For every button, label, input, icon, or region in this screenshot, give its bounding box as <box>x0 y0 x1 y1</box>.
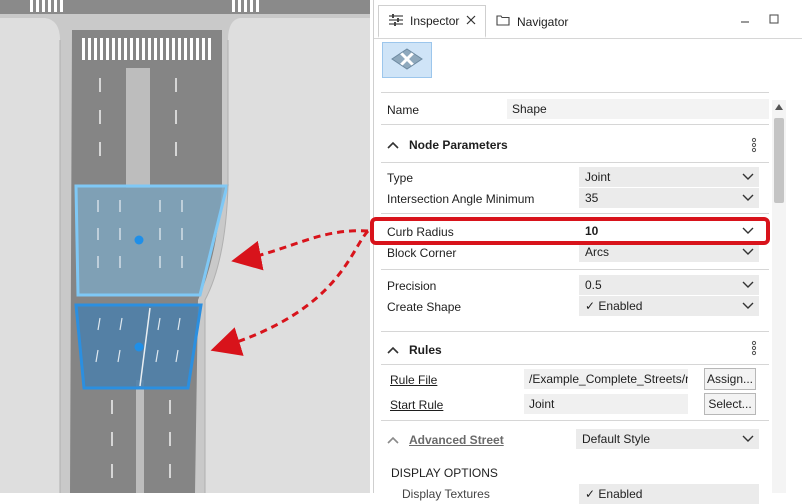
tab-navigator-label: Navigator <box>517 14 569 29</box>
chevron-up-icon <box>387 138 399 152</box>
divider <box>381 420 769 421</box>
street-shape-mode-button[interactable] <box>382 42 432 78</box>
rule-file-link[interactable]: Rule File <box>390 373 437 387</box>
name-field[interactable]: Shape <box>507 99 769 119</box>
rule-file-field[interactable]: /Example_Complete_Streets/ru <box>524 369 688 389</box>
select-button[interactable]: Select... <box>704 393 756 415</box>
assign-button[interactable]: Assign... <box>704 368 756 390</box>
block-corner-select[interactable]: Arcs <box>579 242 759 262</box>
close-icon[interactable] <box>466 14 476 28</box>
precision-select[interactable]: 0.5 <box>579 275 759 295</box>
chevron-down-icon <box>741 431 755 448</box>
create-shape-select[interactable]: ✓ Enabled <box>579 296 759 316</box>
start-rule-field[interactable]: Joint <box>524 394 688 414</box>
tab-bar: Inspector Navigator <box>374 0 802 39</box>
intersection-angle-label: Intersection Angle Minimum <box>387 192 535 206</box>
divider <box>381 364 769 365</box>
rule-file-value: /Example_Complete_Streets/ru <box>529 372 688 386</box>
start-rule-link[interactable]: Start Rule <box>390 398 443 412</box>
type-label: Type <box>387 171 414 185</box>
block-corner-label: Block Corner <box>387 246 457 260</box>
divider <box>381 269 769 270</box>
node-parameters-title: Node Parameters <box>409 138 508 152</box>
advanced-street-select[interactable]: Default Style <box>576 429 759 449</box>
precision-label: Precision <box>387 279 437 293</box>
folder-icon <box>496 14 510 29</box>
display-textures-value: ✓ Enabled <box>585 487 643 501</box>
advanced-street-value: Default Style <box>582 432 651 446</box>
display-options-title: DISPLAY OPTIONS <box>391 466 498 480</box>
tab-inspector[interactable]: Inspector <box>378 5 486 38</box>
type-select[interactable]: Joint <box>579 167 759 187</box>
name-label: Name <box>387 103 420 117</box>
minimize-icon[interactable] <box>736 10 754 28</box>
maximize-icon[interactable] <box>765 10 783 28</box>
select-button-label: Select... <box>708 397 752 411</box>
scroll-up-icon[interactable] <box>774 101 784 113</box>
chevron-down-icon <box>741 169 755 186</box>
divider <box>381 331 769 332</box>
create-shape-value: ✓ Enabled <box>585 299 643 313</box>
divider <box>381 213 769 214</box>
curb-radius-highlight <box>370 217 770 245</box>
divider <box>381 124 769 125</box>
intersection-angle-select[interactable]: 35 <box>579 188 759 208</box>
type-value: Joint <box>585 170 611 184</box>
rules-title: Rules <box>409 343 442 357</box>
advanced-street-title: Advanced Street <box>409 433 504 447</box>
tab-inspector-label: Inspector <box>410 14 460 28</box>
kebab-menu-icon[interactable] <box>749 137 759 155</box>
assign-button-label: Assign... <box>706 372 754 386</box>
divider <box>381 162 769 163</box>
chevron-down-icon <box>741 244 755 261</box>
advanced-street-header[interactable]: Advanced Street <box>387 433 504 447</box>
scrollbar-thumb[interactable] <box>774 118 784 203</box>
precision-value: 0.5 <box>585 278 602 292</box>
intersection-icon <box>391 47 423 73</box>
inspector-panel: Inspector Navigator Name Shape Node Para… <box>373 0 802 504</box>
chevron-down-icon <box>741 298 755 315</box>
create-shape-label: Create Shape <box>387 300 462 314</box>
intersection-angle-value: 35 <box>585 191 599 205</box>
divider <box>381 92 769 93</box>
kebab-menu-icon[interactable] <box>749 340 759 358</box>
display-textures-select[interactable]: ✓ Enabled <box>579 484 759 504</box>
chevron-down-icon <box>741 190 755 207</box>
rules-header[interactable]: Rules <box>387 343 442 357</box>
chevron-up-icon <box>387 433 399 447</box>
chevron-up-icon <box>387 343 399 357</box>
tab-navigator[interactable]: Navigator <box>486 5 596 38</box>
chevron-down-icon <box>741 277 755 294</box>
node-parameters-header[interactable]: Node Parameters <box>387 138 508 152</box>
block-corner-value: Arcs <box>585 245 609 259</box>
display-textures-label: Display Textures <box>402 487 490 501</box>
sliders-icon <box>389 13 403 29</box>
name-value: Shape <box>512 102 547 116</box>
start-rule-value: Joint <box>529 397 555 411</box>
